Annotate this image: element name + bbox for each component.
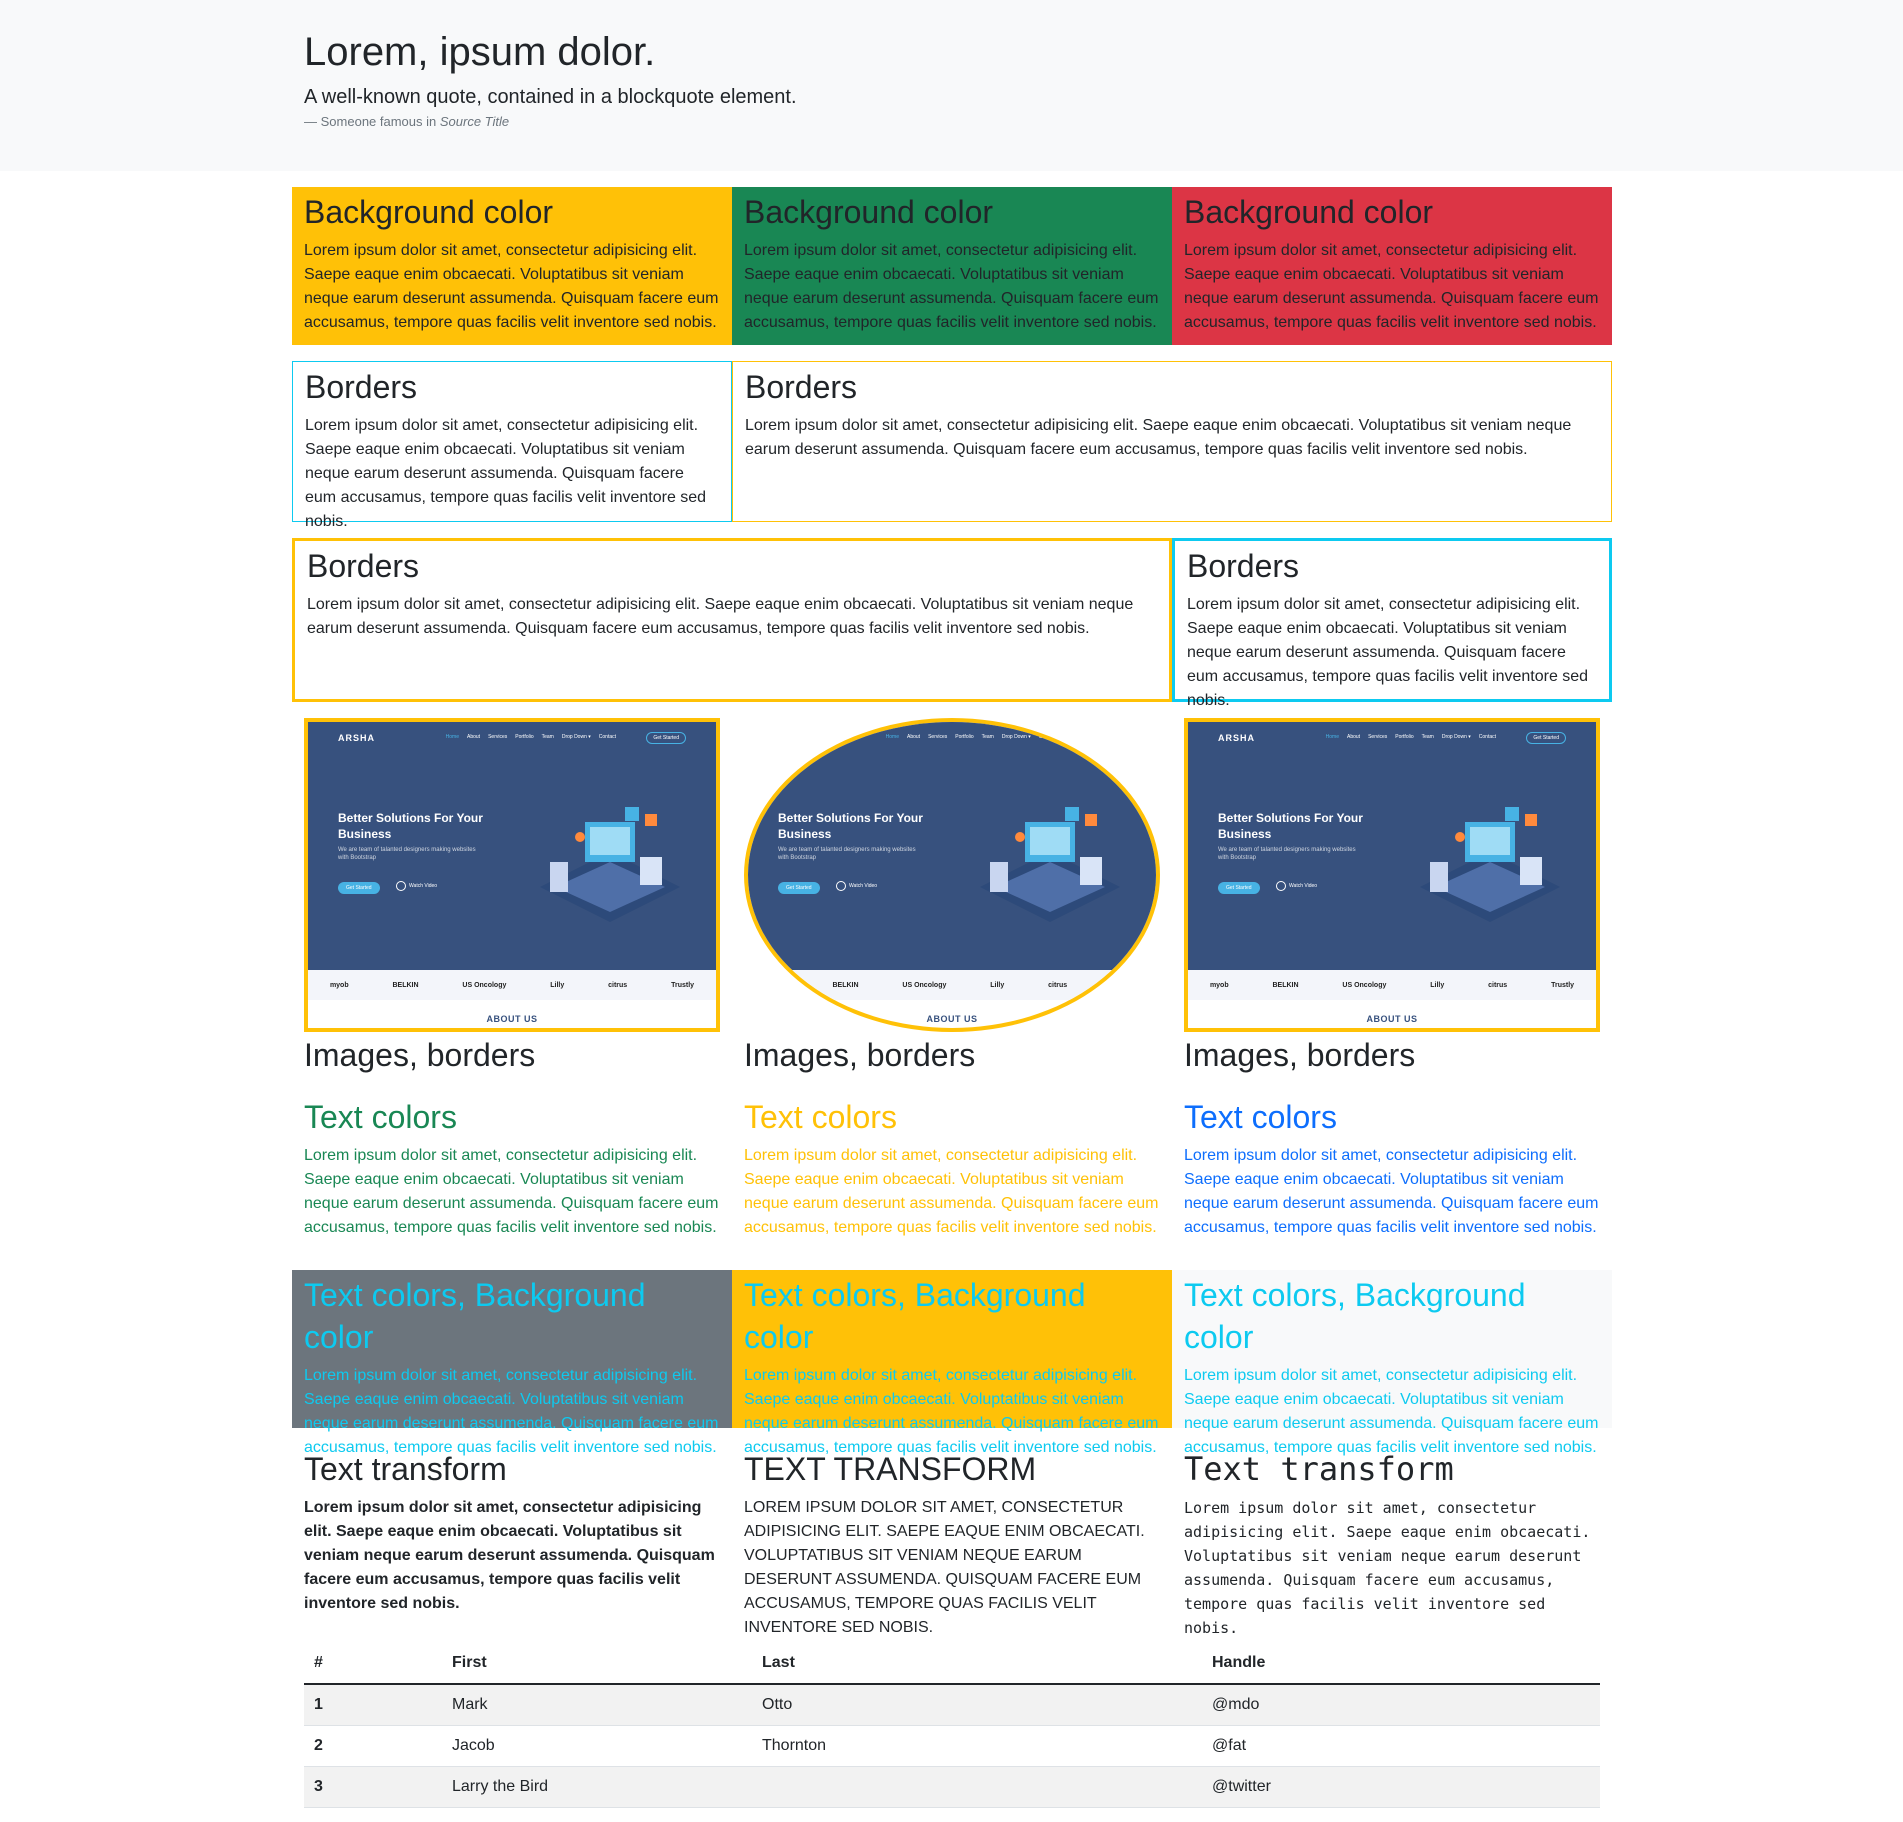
table-row: 3 Larry the Bird @twitter [304,1766,1600,1808]
column-header-last: Last [752,1643,1202,1685]
card-text: Lorem ipsum dolor sit amet, consectetur … [744,242,1159,331]
card-text: Lorem ipsum dolor sit amet, consectetur … [305,417,707,530]
isometric-illustration-icon [540,807,680,922]
border-card-info: Borders Lorem ipsum dolor sit amet, cons… [292,361,732,530]
card-title: Background color [744,194,994,230]
text-color-card-warning: Text colors Lorem ipsum dolor sit amet, … [732,1092,1172,1252]
card-text: Lorem ipsum dolor sit amet, consectetur … [1184,1147,1599,1236]
text-bg-card-warning: Text colors, Background color Lorem ipsu… [732,1270,1172,1456]
card-title: Text transform [744,1451,1037,1487]
card-title: Text colors, Background color [744,1277,1086,1355]
image-caption: Images, borders [304,1037,536,1073]
bg-card-warning: Background color Lorem ipsum dolor sit a… [292,187,732,345]
column-header-number: # [304,1643,442,1685]
card-text: Lorem ipsum dolor sit amet, consectetur … [304,1147,719,1236]
screenshot-brand: ARSHA [338,733,376,743]
image-caption: Images, borders [744,1037,976,1073]
data-table: # First Last Handle 1 Mark Otto @mdo 2 J… [304,1643,1600,1808]
images-section: ARSHA Home About Services Portfolio Team… [292,718,1612,1076]
text-bg-card-light: Text colors, Background color Lorem ipsu… [1172,1270,1612,1456]
card-title: Background color [1184,194,1434,230]
card-text: Lorem ipsum dolor sit amet, consectetur … [745,417,1572,458]
card-text: Lorem ipsum dolor sit amet, consectetur … [744,1499,1145,1636]
image-card: ARSHA Home About Services Portfolio Team… [292,718,732,1076]
website-screenshot-image-rounded: ARSHA Home About Services Portfolio Team… [744,718,1160,1032]
play-icon [396,881,406,891]
card-title: Text colors, Background color [1184,1277,1526,1355]
table-header-row: # First Last Handle [304,1643,1600,1685]
card-title: Background color [304,194,554,230]
card-title: Borders [1187,548,1300,584]
card-title: Text transform [304,1451,507,1487]
bg-color-section: Background color Lorem ipsum dolor sit a… [292,187,1612,345]
image-card: ARSHA Home About Services Portfolio Team… [1172,718,1612,1076]
transform-card-uppercase: Text transform Lorem ipsum dolor sit ame… [732,1444,1172,1652]
text-bg-card-secondary: Text colors, Background color Lorem ipsu… [292,1270,732,1456]
card-title: Text colors [1184,1099,1337,1135]
screenshot-nav: ARSHA Home About Services Portfolio Team… [338,728,686,746]
column-header-first: First [442,1643,752,1685]
card-title: Borders [745,369,858,405]
transform-card-monospace: Text transform Lorem ipsum dolor sit ame… [1172,1444,1612,1652]
transform-card-bold: Text transform Lorem ipsum dolor sit ame… [292,1444,732,1652]
border-card-warning: Borders Lorem ipsum dolor sit amet, cons… [732,361,1612,522]
bg-card-danger: Background color Lorem ipsum dolor sit a… [1172,187,1612,345]
isometric-illustration-icon [980,807,1120,922]
screenshot-client-logos: myob BELKIN US Oncology Lilly citrus Tru… [308,970,716,1000]
card-title: Text colors, Background color [304,1277,646,1355]
card-text: Lorem ipsum dolor sit amet, consectetur … [1184,1499,1591,1637]
borders-section-2: Borders Lorem ipsum dolor sit amet, cons… [292,538,1612,709]
blockquote-attribution: Someone famous in [320,114,440,129]
blockquote-footer: — Someone famous in Source Title [304,114,797,129]
card-title: Borders [307,548,420,584]
page-title: Lorem, ipsum dolor. [304,30,656,74]
card-text: Lorem ipsum dolor sit amet, consectetur … [304,242,719,331]
table-section: # First Last Handle 1 Mark Otto @mdo 2 J… [292,1643,1612,1808]
border-card-info-thick: Borders Lorem ipsum dolor sit amet, cons… [1172,538,1612,709]
play-icon [836,881,846,891]
website-screenshot-image: ARSHA Home About Services Portfolio Team… [304,718,720,1032]
text-bg-section: Text colors, Background color Lorem ipsu… [292,1270,1612,1456]
blockquote-source: Source Title [439,114,510,129]
card-text: Lorem ipsum dolor sit amet, consectetur … [1184,242,1599,331]
play-icon [1276,881,1286,891]
blockquote: A well-known quote, contained in a block… [304,86,797,108]
border-card-warning-thick: Borders Lorem ipsum dolor sit amet, cons… [292,538,1172,702]
table-row: 2 Jacob Thornton @fat [304,1725,1600,1767]
blockquote-dash: — [304,114,321,129]
hero-jumbotron: Lorem, ipsum dolor. A well-known quote, … [0,0,1903,171]
card-text: Lorem ipsum dolor sit amet, consectetur … [304,1499,715,1612]
text-color-card-success: Text colors Lorem ipsum dolor sit amet, … [292,1092,732,1252]
card-title: Text colors [744,1099,897,1135]
screenshot-headline: Better Solutions For Your Business [338,811,483,841]
card-text: Lorem ipsum dolor sit amet, consectetur … [744,1147,1159,1236]
text-transform-section: Text transform Lorem ipsum dolor sit ame… [292,1444,1612,1652]
isometric-illustration-icon [1420,807,1560,922]
image-caption: Images, borders [1184,1037,1416,1073]
card-text: Lorem ipsum dolor sit amet, consectetur … [1187,596,1589,709]
card-title: Text transform [1184,1450,1454,1488]
bg-card-success: Background color Lorem ipsum dolor sit a… [732,187,1172,345]
website-screenshot-image: ARSHA Home About Services Portfolio Team… [1184,718,1600,1032]
text-colors-section: Text colors Lorem ipsum dolor sit amet, … [292,1092,1612,1252]
column-header-handle: Handle [1202,1643,1600,1685]
table-row: 1 Mark Otto @mdo [304,1684,1600,1726]
card-title: Borders [305,369,418,405]
borders-section-1: Borders Lorem ipsum dolor sit amet, cons… [292,361,1612,530]
text-color-card-primary: Text colors Lorem ipsum dolor sit amet, … [1172,1092,1612,1252]
card-text: Lorem ipsum dolor sit amet, consectetur … [307,596,1134,637]
image-card: ARSHA Home About Services Portfolio Team… [732,718,1172,1076]
card-title: Text colors [304,1099,457,1135]
